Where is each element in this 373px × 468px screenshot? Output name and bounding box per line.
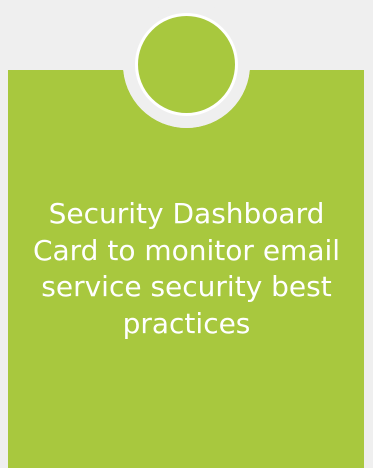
circle-badge-icon (135, 13, 238, 116)
card-description: Security Dashboard Card to monitor email… (32, 197, 341, 340)
